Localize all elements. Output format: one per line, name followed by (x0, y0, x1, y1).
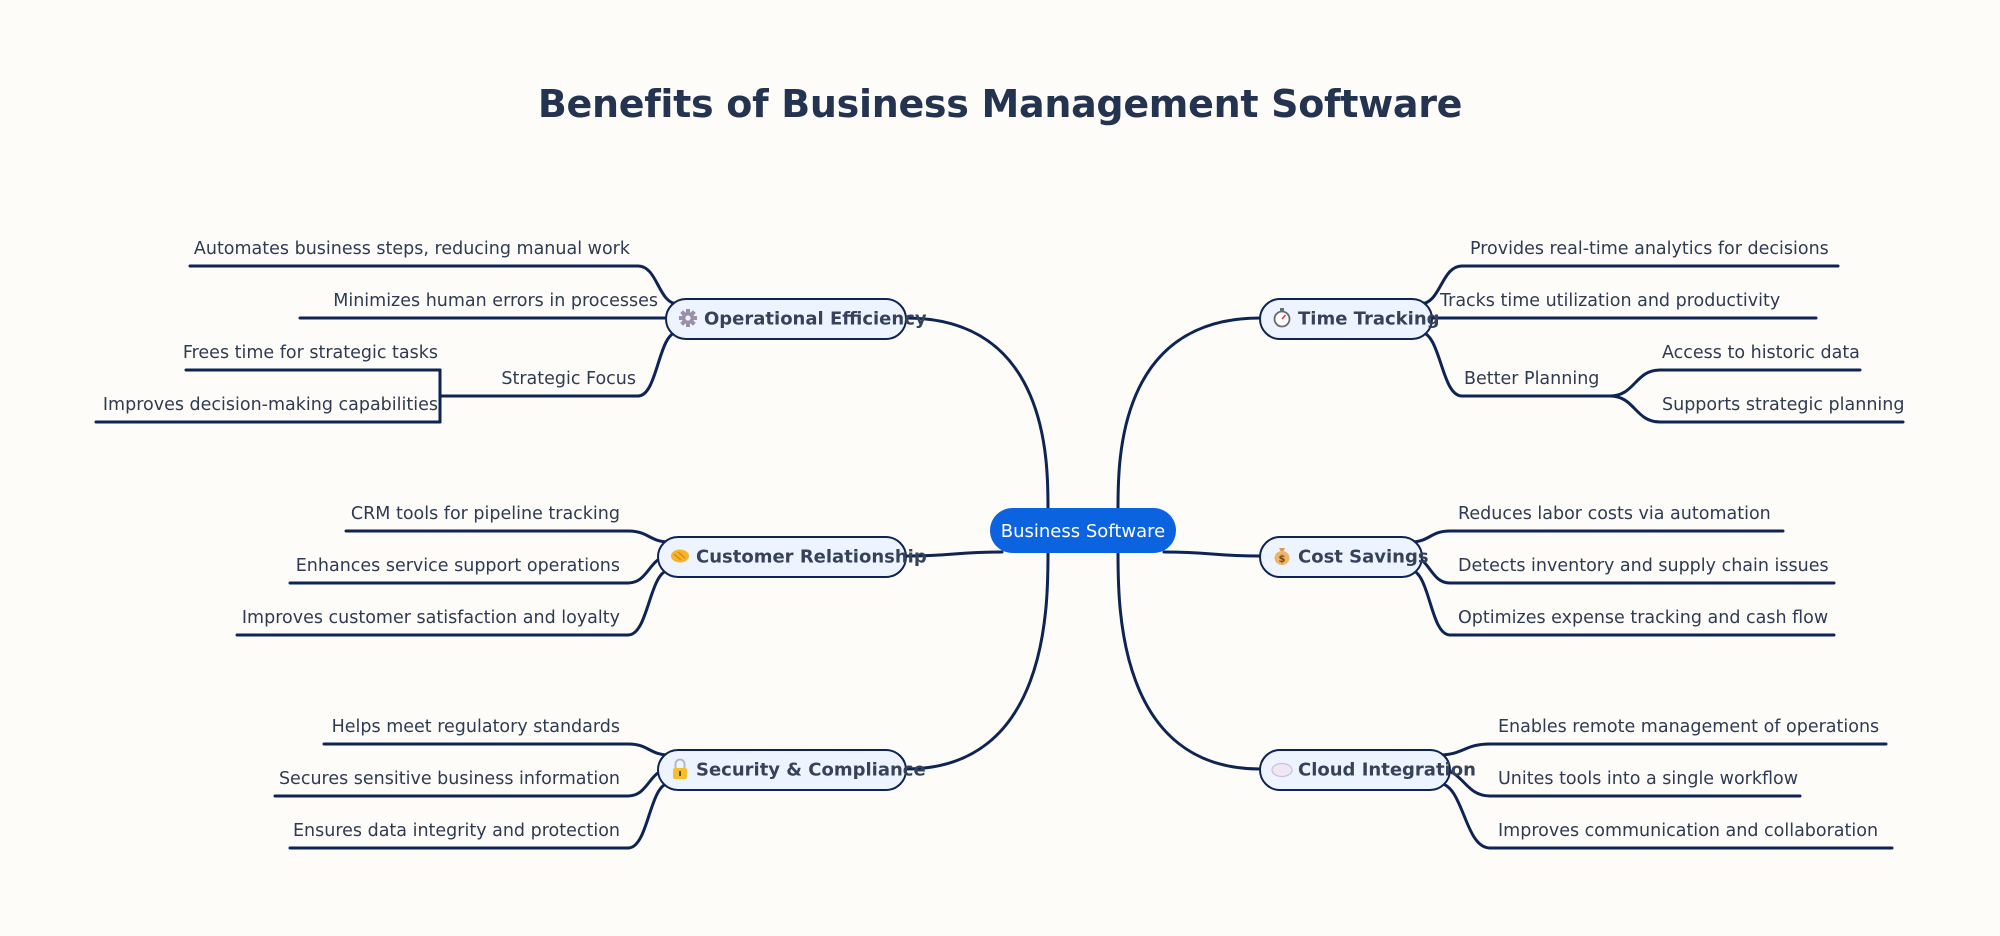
branch-node-4[interactable]: $ Cost Savings (1259, 536, 1429, 578)
branch-node-label: Time Tracking (1298, 309, 1440, 330)
leaf-label[interactable]: Optimizes expense tracking and cash flow (1458, 608, 1828, 628)
branch-node-label: Cloud Integration (1298, 760, 1476, 781)
handshake-icon (671, 549, 689, 563)
branch-node-3[interactable]: Time Tracking (1259, 298, 1440, 340)
leaf-edge-2-0 (626, 742, 672, 757)
leaf-edge-5-0 (1436, 742, 1492, 757)
gear-icon (679, 309, 697, 327)
sub-leaf-edge-3-1 (1608, 394, 1662, 424)
leaf-label[interactable]: Automates business steps, reducing manua… (194, 239, 631, 259)
root-edge-4 (1162, 550, 1262, 558)
svg-text:$: $ (1279, 554, 1286, 565)
cloud-icon (1271, 762, 1293, 778)
leaf-edge-1-2 (626, 568, 672, 637)
branch-node-1[interactable]: Customer Relationship (657, 536, 927, 578)
leaf-label[interactable]: Enhances service support operations (296, 556, 620, 576)
leaf-label[interactable]: Improves communication and collaboration (1498, 821, 1878, 841)
sub-branch-label[interactable]: Better Planning (1464, 369, 1599, 389)
leaf-label[interactable]: Improves customer satisfaction and loyal… (242, 608, 620, 628)
root-edge-2 (904, 551, 1050, 771)
root-edge-0 (904, 316, 1050, 510)
leaf-label[interactable]: CRM tools for pipeline tracking (351, 504, 620, 524)
leaf-edge-3-2 (1418, 330, 1464, 398)
leaf-edge-5-2 (1436, 781, 1492, 850)
leaf-label[interactable]: Unites tools into a single workflow (1498, 769, 1798, 789)
leaf-label[interactable]: Enables remote management of operations (1498, 717, 1879, 737)
branch-node-5[interactable]: Cloud Integration (1259, 749, 1476, 791)
root-node[interactable]: Business Software (990, 508, 1176, 553)
leaf-label[interactable]: Improves decision-making capabilities (103, 395, 438, 415)
leaf-label[interactable]: Frees time for strategic tasks (183, 343, 438, 363)
leaf-label[interactable]: Secures sensitive business information (279, 769, 620, 789)
branch-node-2[interactable]: Security & Compliance (657, 749, 926, 791)
mind-map: Business Software Operational Efficiency A… (94, 239, 1905, 850)
branch-node-0[interactable]: Operational Efficiency (665, 298, 927, 340)
root-edge-3 (1116, 316, 1262, 510)
leaf-label[interactable]: Detects inventory and supply chain issue… (1458, 556, 1829, 576)
leaf-label[interactable]: Helps meet regulatory standards (332, 717, 620, 737)
branch-node-label: Cost Savings (1298, 547, 1429, 568)
branch-node-label: Operational Efficiency (704, 309, 927, 330)
leaf-edge-0-2 (636, 330, 680, 398)
leaf-label[interactable]: Provides real-time analytics for decisio… (1470, 239, 1829, 259)
leaf-edge-2-2 (626, 781, 672, 850)
sub-leaf-edge-3-0 (1608, 368, 1662, 398)
branch-node-label: Customer Relationship (696, 547, 927, 568)
leaf-label[interactable]: Ensures data integrity and protection (293, 821, 620, 841)
leaf-label[interactable]: Supports strategic planning (1662, 395, 1904, 415)
nodes-layer: Business Software Operational Efficiency A… (103, 239, 1905, 841)
sub-branch-label[interactable]: Strategic Focus (501, 369, 636, 389)
leaf-edge-1-0 (626, 529, 672, 544)
leaf-edge-4-2 (1408, 568, 1452, 637)
leaf-edge-4-0 (1408, 529, 1452, 544)
root-node-label: Business Software (1001, 521, 1165, 542)
root-edge-5 (1116, 551, 1262, 771)
branch-node-label: Security & Compliance (696, 760, 926, 781)
leaf-label[interactable]: Minimizes human errors in processes (333, 291, 658, 311)
leaf-label[interactable]: Reduces labor costs via automation (1458, 504, 1771, 524)
leaf-label[interactable]: Tracks time utilization and productivity (1439, 291, 1780, 311)
leaf-label[interactable]: Access to historic data (1662, 343, 1860, 363)
